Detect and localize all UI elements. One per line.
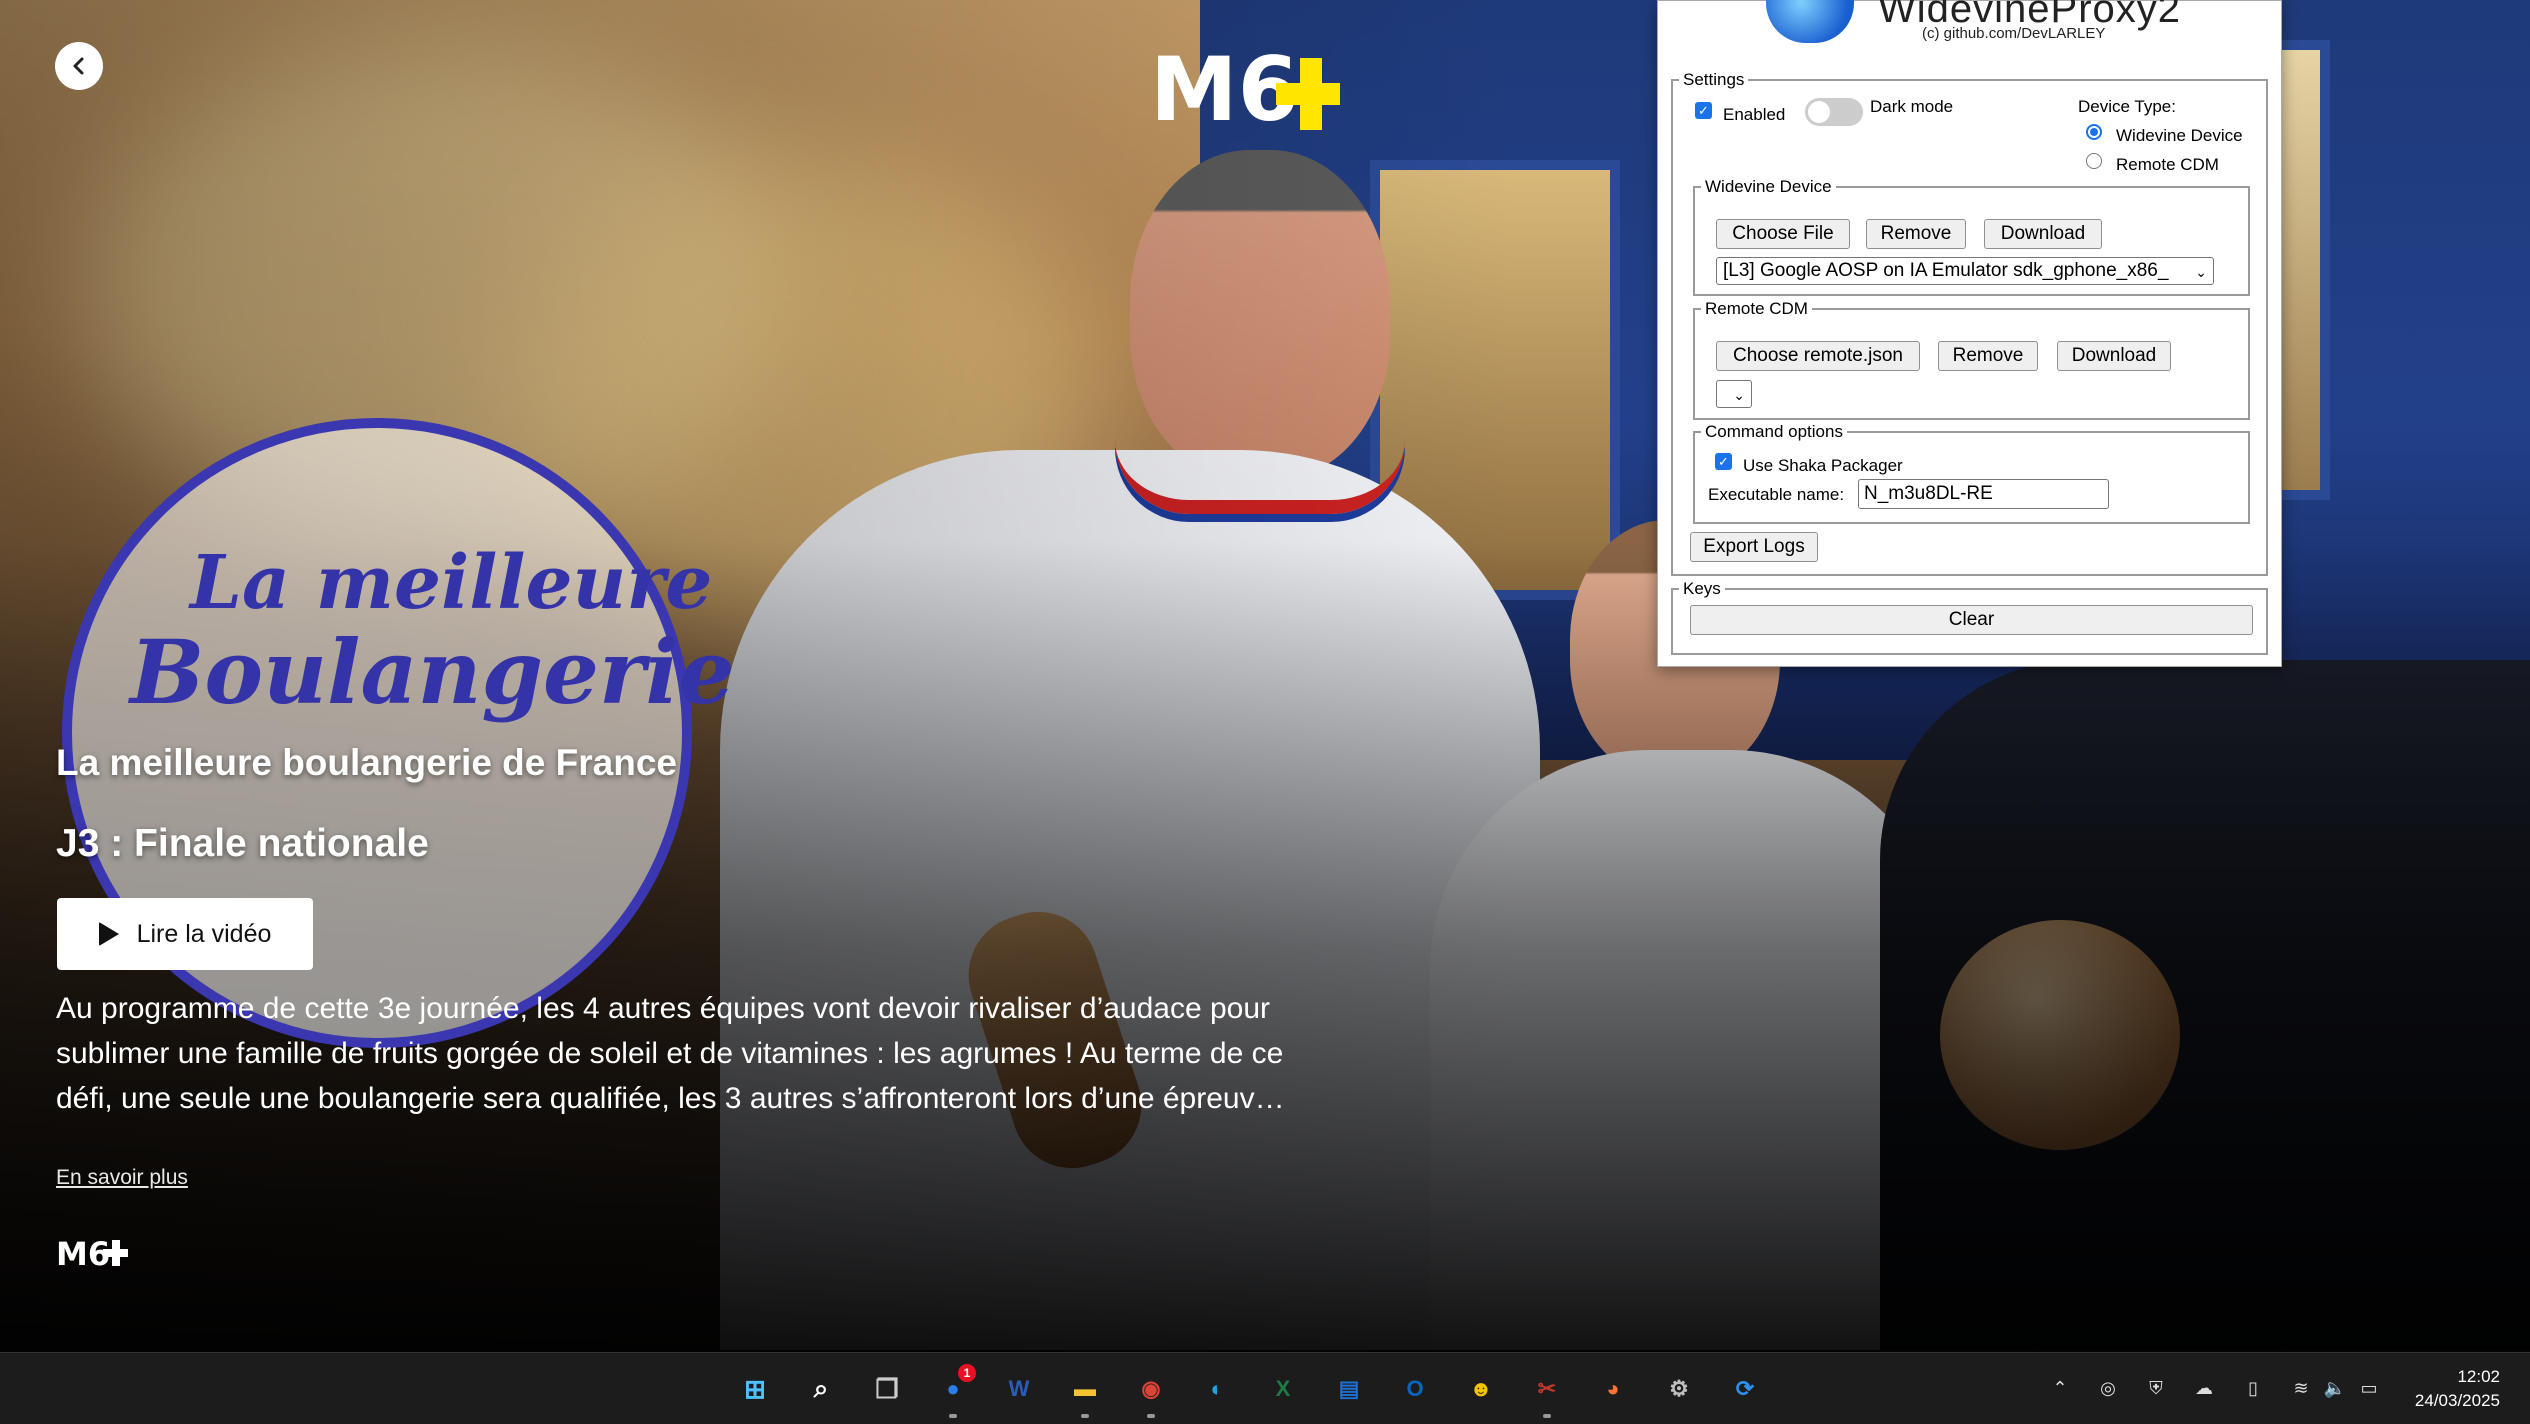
executable-name-input[interactable]: N_m3u8DL-RE — [1858, 479, 2109, 509]
choose-file-button[interactable]: Choose File — [1716, 219, 1850, 249]
footer-channel-logo: M6 — [56, 1235, 128, 1270]
remove-remote-button[interactable]: Remove — [1938, 341, 2038, 371]
shaka-packager-checkbox[interactable]: ✓ — [1715, 453, 1732, 470]
back-button[interactable] — [55, 42, 103, 90]
word-icon[interactable]: W — [1002, 1372, 1036, 1406]
messenger-icon[interactable]: ● 1 — [936, 1364, 976, 1406]
sync-icon[interactable]: ⟳ — [1728, 1372, 1762, 1406]
extension-subtitle: (c) github.com/DevLARLEY — [1922, 25, 2106, 42]
command-options-legend: Command options — [1705, 422, 1843, 441]
edge-icon[interactable]: ◐ — [1200, 1372, 1234, 1406]
app-tool-icon[interactable]: ⚙ — [1662, 1372, 1696, 1406]
episode-title: J3 : Finale nationale — [56, 822, 429, 865]
usb-icon[interactable]: ▯ — [2240, 1375, 2266, 1401]
running-indicator — [1543, 1414, 1551, 1418]
badge-text-line2: Boulangerie — [130, 620, 735, 724]
search-icon[interactable]: ⌕ — [804, 1372, 838, 1406]
clock-time: 12:02 — [2457, 1367, 2500, 1386]
executable-name-label: Executable name: — [1708, 485, 1845, 504]
export-logs-button[interactable]: Export Logs — [1690, 532, 1818, 562]
enabled-label: Enabled — [1723, 105, 1786, 124]
play-video-label: Lire la vidéo — [136, 919, 272, 948]
running-indicator — [1147, 1414, 1155, 1418]
excel-icon[interactable]: X — [1266, 1372, 1300, 1406]
chevron-down-icon: ⌄ — [2195, 264, 2207, 280]
system-clock[interactable]: 12:02 24/03/2025 — [2415, 1365, 2500, 1413]
remote-cdm-select[interactable]: ⌄ — [1716, 380, 1752, 408]
firefox-icon[interactable]: ◕ — [1596, 1372, 1630, 1406]
outlook-icon[interactable]: O — [1398, 1372, 1432, 1406]
play-video-button[interactable]: Lire la vidéo — [57, 898, 313, 970]
settings-legend: Settings — [1683, 70, 1745, 89]
tray-app-icon[interactable]: ◎ — [2095, 1375, 2121, 1401]
file-explorer-icon[interactable]: ▬ — [1068, 1372, 1102, 1406]
app-yellow-icon[interactable]: ☻ — [1464, 1372, 1498, 1406]
chevron-up-icon[interactable]: ⌃ — [2047, 1375, 2073, 1401]
badge-text-line1: La meilleure — [190, 540, 713, 626]
widevine-device-radio-label: Widevine Device — [2116, 126, 2243, 145]
play-icon — [98, 922, 119, 946]
volume-icon[interactable]: 🔈 — [2322, 1375, 2348, 1401]
chevron-left-icon — [73, 57, 84, 75]
remote-cdm-radio[interactable] — [2086, 153, 2102, 169]
battery-icon[interactable]: ▭ — [2356, 1375, 2382, 1401]
remove-device-button[interactable]: Remove — [1866, 219, 1966, 249]
wifi-icon[interactable]: ≋ — [2288, 1375, 2314, 1401]
more-info-link[interactable]: En savoir plus — [56, 1166, 188, 1190]
dark-mode-toggle[interactable] — [1805, 98, 1863, 126]
remote-cdm-radio-label: Remote CDM — [2116, 155, 2219, 174]
widevine-device-select[interactable]: [L3] Google AOSP on IA Emulator sdk_gpho… — [1716, 257, 2214, 285]
widevine-device-radio[interactable] — [2086, 124, 2102, 140]
shaka-packager-label: Use Shaka Packager — [1743, 456, 1903, 475]
episode-description: Au programme de cette 3e journée, les 4 … — [56, 992, 1285, 1115]
remote-cdm-legend: Remote CDM — [1705, 299, 1808, 318]
show-title: La meilleure boulangerie de France — [56, 742, 677, 783]
enabled-checkbox[interactable]: ✓ — [1695, 102, 1712, 119]
running-indicator — [949, 1414, 957, 1418]
choose-remote-json-button[interactable]: Choose remote.json — [1716, 341, 1920, 371]
chevron-down-icon: ⌄ — [1733, 387, 1745, 403]
widevine-proxy-popup: WidevineProxy2 (c) github.com/DevLARLEY … — [1657, 0, 2282, 667]
widevine-device-legend: Widevine Device — [1705, 177, 1832, 196]
device-type-label: Device Type: — [2078, 97, 2176, 116]
svg-text:M6: M6 — [56, 1235, 110, 1270]
start-icon[interactable]: ⊞ — [738, 1372, 772, 1406]
clear-keys-button[interactable]: Clear — [1690, 605, 2253, 635]
keys-legend: Keys — [1683, 579, 1721, 598]
snipping-icon[interactable]: ✂ — [1530, 1372, 1564, 1406]
download-device-button[interactable]: Download — [1984, 219, 2102, 249]
notification-badge: 1 — [958, 1364, 976, 1382]
news-icon[interactable]: ▤ — [1332, 1372, 1366, 1406]
widevine-device-select-value: [L3] Google AOSP on IA Emulator sdk_gpho… — [1723, 260, 2169, 281]
task-view-icon[interactable]: ❐ — [870, 1372, 904, 1406]
defender-icon[interactable]: ⛨ — [2143, 1375, 2169, 1401]
download-remote-button[interactable]: Download — [2057, 341, 2171, 371]
chrome-icon[interactable]: ◉ — [1134, 1372, 1168, 1406]
running-indicator — [1081, 1414, 1089, 1418]
onedrive-icon[interactable]: ☁ — [2191, 1375, 2217, 1401]
windows-taskbar: ⊞ ⌕ ❐ ● 1 W ▬ ◉ ◐ X ▤ O ☻ ✂ ◕ ⚙ ⟳ ⌃ ◎ ⛨ ☁ ▯ ≋ 🔈 ▭ 12:02 … — [0, 1352, 2530, 1424]
dark-mode-label: Dark mode — [1870, 97, 1954, 116]
clock-date: 24/03/2025 — [2414, 1391, 2500, 1410]
channel-logo: M6 — [1150, 38, 1340, 138]
widevine-logo-icon — [1766, 0, 1854, 43]
